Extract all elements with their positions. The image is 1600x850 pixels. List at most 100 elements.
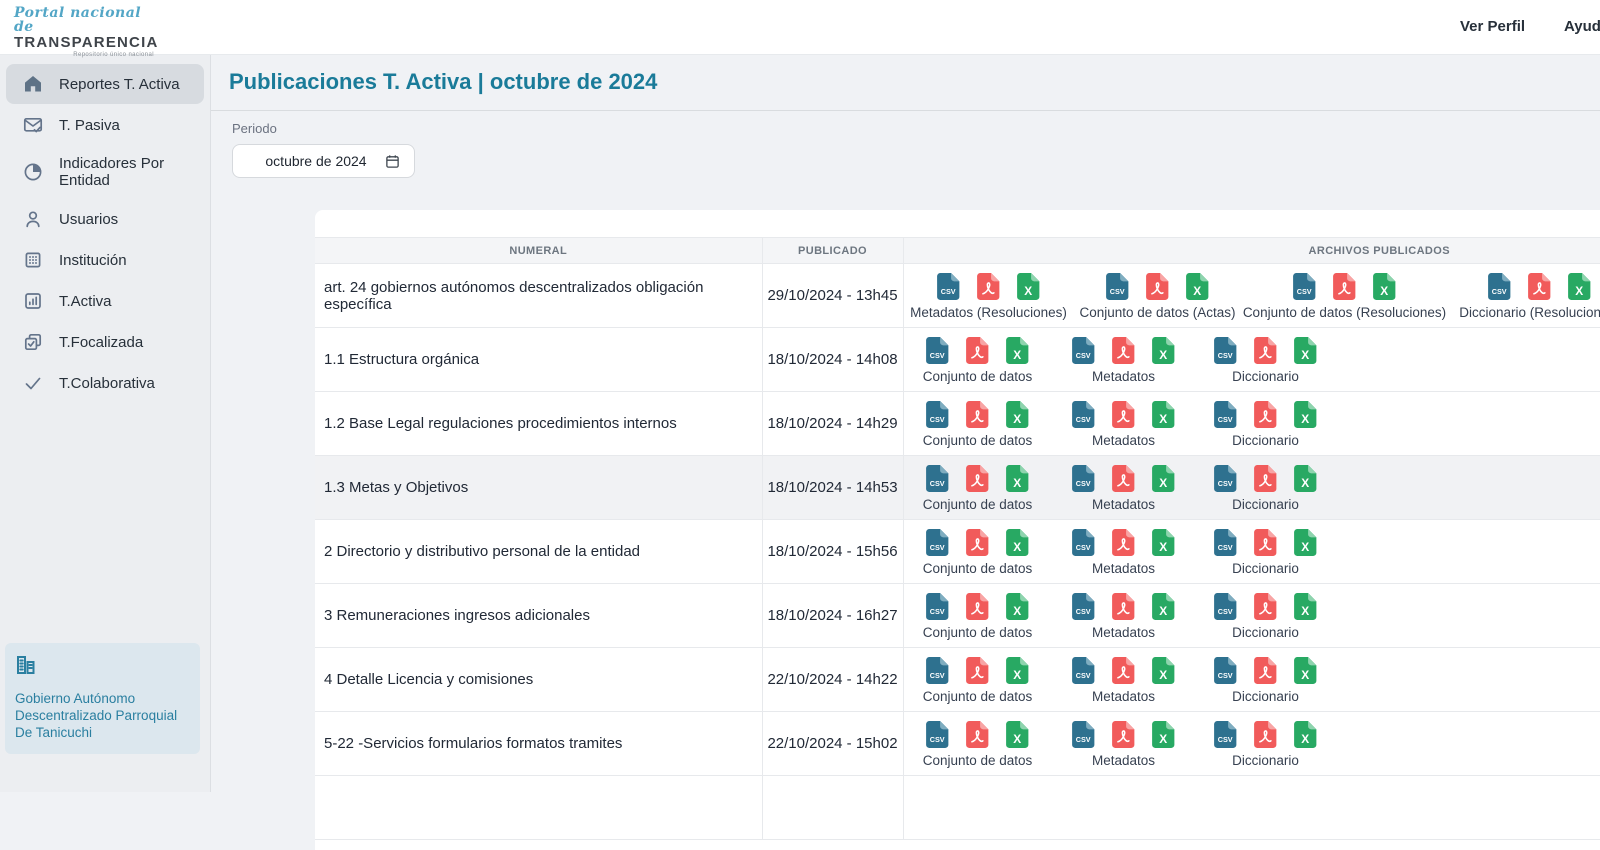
pdf-file-icon[interactable] [1145,272,1170,301]
xlsx-file-icon[interactable] [1293,464,1318,493]
xlsx-file-icon[interactable] [1151,592,1176,621]
csv-file-icon[interactable] [1071,336,1096,365]
xlsx-file-icon[interactable] [1016,272,1041,301]
file-group: Conjunto de datos [914,656,1042,704]
pdf-file-icon[interactable] [1253,656,1278,685]
csv-file-icon[interactable] [925,528,950,557]
xlsx-file-icon[interactable] [1293,336,1318,365]
csv-file-icon[interactable] [1071,720,1096,749]
pdf-file-icon[interactable] [1253,528,1278,557]
pdf-file-icon[interactable] [965,528,990,557]
xlsx-file-icon[interactable] [1293,656,1318,685]
csv-file-icon[interactable] [1213,656,1238,685]
pdf-file-icon[interactable] [1332,272,1357,301]
pdf-file-icon[interactable] [965,336,990,365]
csv-file-icon[interactable] [1071,656,1096,685]
sidebar-item-t-focalizada[interactable]: T.Focalizada [6,322,204,362]
xlsx-file-icon[interactable] [1185,272,1210,301]
published-cell [762,776,903,840]
csv-file-icon[interactable] [925,592,950,621]
numeral-cell: 4 Detalle Licencia y comisiones [315,648,762,712]
csv-file-icon[interactable] [925,336,950,365]
pdf-file-icon[interactable] [965,656,990,685]
xlsx-file-icon[interactable] [1151,720,1176,749]
pdf-file-icon[interactable] [1111,592,1136,621]
pdf-file-icon[interactable] [1253,336,1278,365]
sidebar-item-usuarios[interactable]: Usuarios [6,199,204,239]
xlsx-file-icon[interactable] [1151,400,1176,429]
csv-file-icon[interactable] [925,400,950,429]
entity-card[interactable]: Gobierno Autónomo Descentralizado Parroq… [5,643,200,754]
sidebar-item-institucion[interactable]: Institución [6,240,204,280]
pdf-file-icon[interactable] [1111,464,1136,493]
xlsx-file-icon[interactable] [1005,720,1030,749]
csv-file-icon[interactable] [1071,592,1096,621]
csv-file-icon[interactable] [1213,464,1238,493]
sidebar-item-reportes-t-activa[interactable]: Reportes T. Activa [6,64,204,104]
csv-file-icon[interactable] [1105,272,1130,301]
ver-perfil-link[interactable]: Ver Perfil [1460,18,1525,35]
csv-file-icon[interactable] [1213,336,1238,365]
xlsx-file-icon[interactable] [1293,592,1318,621]
csv-file-icon[interactable] [1071,464,1096,493]
logo-name-text: TRANSPARENCIA [14,35,154,50]
xlsx-file-icon[interactable] [1005,464,1030,493]
csv-file-icon[interactable] [1487,272,1512,301]
pdf-file-icon[interactable] [1527,272,1552,301]
csv-file-icon[interactable] [1071,400,1096,429]
pdf-file-icon[interactable] [1253,464,1278,493]
pdf-file-icon[interactable] [1253,400,1278,429]
pdf-file-icon[interactable] [1111,400,1136,429]
csv-file-icon[interactable] [925,656,950,685]
csv-file-icon[interactable] [1292,272,1317,301]
pdf-file-icon[interactable] [976,272,1001,301]
sidebar-item-t-pasiva[interactable]: T. Pasiva [6,105,204,145]
archives-cell: Metadatos (Resoluciones) Conjunto de dat… [903,264,1600,328]
pdf-file-icon[interactable] [965,592,990,621]
xlsx-file-icon[interactable] [1293,528,1318,557]
pdf-file-icon[interactable] [965,720,990,749]
csv-file-icon[interactable] [1213,720,1238,749]
xlsx-file-icon[interactable] [1372,272,1397,301]
pdf-file-icon[interactable] [1111,528,1136,557]
xlsx-file-icon[interactable] [1151,656,1176,685]
file-group-label: Diccionario [1232,433,1299,448]
topbar: Portal nacional de TRANSPARENCIA Reposit… [0,0,1600,55]
xlsx-file-icon[interactable] [1005,336,1030,365]
xlsx-file-icon[interactable] [1567,272,1592,301]
csv-file-icon[interactable] [1213,592,1238,621]
file-group-label: Diccionario [1232,497,1299,512]
xlsx-file-icon[interactable] [1151,336,1176,365]
file-group-label: Conjunto de datos (Resoluciones) [1243,305,1446,320]
csv-file-icon[interactable] [936,272,961,301]
xlsx-file-icon[interactable] [1151,464,1176,493]
xlsx-file-icon[interactable] [1293,720,1318,749]
ayuda-link[interactable]: Ayuda [1564,18,1600,35]
sidebar-item-t-activa[interactable]: T.Activa [6,281,204,321]
xlsx-file-icon[interactable] [1151,528,1176,557]
xlsx-file-icon[interactable] [1005,592,1030,621]
sidebar-item-indicadores-por-entidad[interactable]: Indicadores Por Entidad [6,146,204,198]
pdf-file-icon[interactable] [965,464,990,493]
xlsx-file-icon[interactable] [1005,656,1030,685]
csv-file-icon[interactable] [1213,400,1238,429]
sidebar-item-label: Usuarios [59,211,118,228]
pdf-file-icon[interactable] [1253,592,1278,621]
pdf-file-icon[interactable] [1111,336,1136,365]
portal-logo[interactable]: Portal nacional de TRANSPARENCIA Reposit… [14,6,154,58]
csv-file-icon[interactable] [1071,528,1096,557]
xlsx-file-icon[interactable] [1005,528,1030,557]
csv-file-icon[interactable] [925,464,950,493]
xlsx-file-icon[interactable] [1293,400,1318,429]
period-month-input[interactable]: octubre de 2024 [232,144,415,178]
column-header-numeral: NUMERAL [315,238,762,264]
pdf-file-icon[interactable] [1111,656,1136,685]
pdf-file-icon[interactable] [1253,720,1278,749]
pdf-file-icon[interactable] [1111,720,1136,749]
pdf-file-icon[interactable] [965,400,990,429]
file-group-label: Metadatos (Resoluciones) [910,305,1067,320]
csv-file-icon[interactable] [1213,528,1238,557]
csv-file-icon[interactable] [925,720,950,749]
xlsx-file-icon[interactable] [1005,400,1030,429]
sidebar-item-t-colaborativa[interactable]: T.Colaborativa [6,363,204,403]
